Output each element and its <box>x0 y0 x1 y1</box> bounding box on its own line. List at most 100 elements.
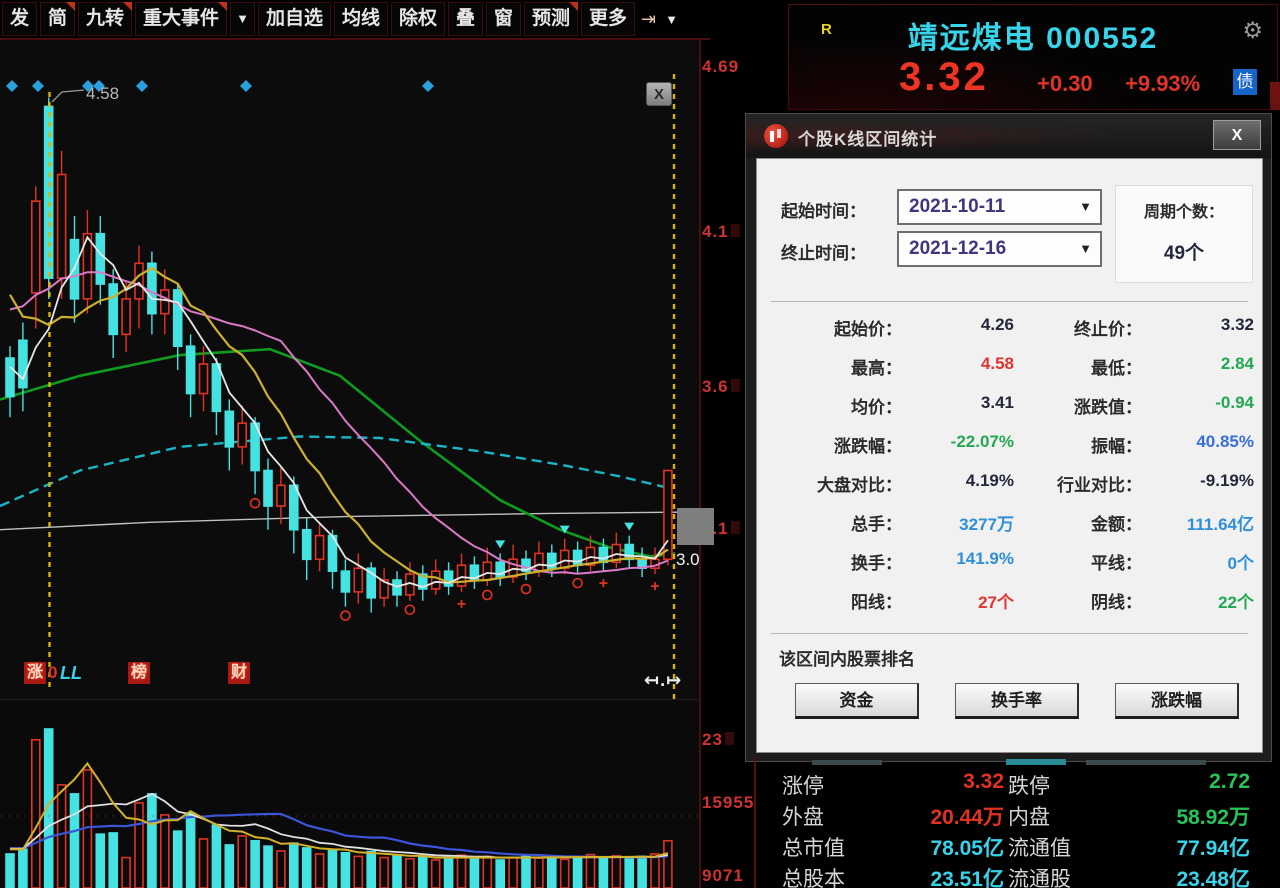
start-date-select[interactable]: 2021-10-11 ▼ <box>897 189 1102 225</box>
volume-chart-svg <box>0 700 700 888</box>
rank-by-change-button[interactable]: 涨跌幅 <box>1115 683 1239 719</box>
quote-label: 总股本 <box>782 863 845 888</box>
quote-value: 58.92万 <box>1102 801 1250 831</box>
period-count-box: 周期个数： 49个 <box>1115 185 1253 283</box>
stat-row-1: 最高：4.58最低：2.84 <box>757 354 1264 384</box>
event-badge-4[interactable]: 财 <box>228 662 250 684</box>
quote-label: 流通股 <box>1008 863 1071 888</box>
stat-row-3: 涨跌幅：-22.07%振幅：40.85% <box>757 432 1264 462</box>
bond-badge[interactable]: 债 <box>1233 69 1257 95</box>
stat-value: 111.64亿 <box>1149 510 1254 535</box>
divider <box>771 301 1248 302</box>
dialog-titlebar[interactable]: 个股K线区间统计 X <box>746 114 1271 158</box>
quote-label: 总市值 <box>782 832 845 862</box>
quote-value: 77.94亿 <box>1102 832 1250 862</box>
app-screen: 发简九转重大事件▼加自选均线除权叠窗预测更多⇥▼ ✂↶⊕⊖ R 靖远煤电 000… <box>0 0 1280 888</box>
menu-item-6[interactable]: 均线 <box>334 2 388 36</box>
stat-label: 行业对比： <box>1025 471 1142 496</box>
high-price-annotation: 4.58 <box>86 84 119 104</box>
axis-label-15955: 15955 <box>702 793 754 813</box>
stat-row-7: 阳线：27个阴线：22个 <box>757 588 1264 618</box>
quote-label: 内盘 <box>1008 801 1050 831</box>
dialog-close-button[interactable]: X <box>1213 120 1261 150</box>
end-date-value: 2021-12-16 <box>909 238 1006 259</box>
stat-value: 2.84 <box>1149 354 1254 374</box>
menu-item-4[interactable]: ▼ <box>230 2 255 36</box>
menu-item-3[interactable]: 重大事件 <box>135 2 227 36</box>
stat-value: 0个 <box>1149 549 1254 574</box>
stat-label: 最高： <box>757 354 902 379</box>
menu-item-2[interactable]: 九转 <box>78 2 132 36</box>
screen-edge-fragment <box>1270 82 1280 110</box>
quote-value: 23.48亿 <box>1102 863 1250 888</box>
stat-value: 3277万 <box>909 510 1014 535</box>
stat-label: 大盘对比： <box>757 471 902 496</box>
quote-row-0: 涨停3.32跌停2.72 <box>756 770 1280 800</box>
rank-by-turnover-button[interactable]: 换手率 <box>955 683 1079 719</box>
menu-item-10[interactable]: 预测 <box>524 2 578 36</box>
stat-value: 141.9% <box>909 549 1014 569</box>
stat-value: 40.85% <box>1149 432 1254 452</box>
stat-label: 阴线： <box>1025 588 1142 613</box>
end-date-label: 终止时间： <box>781 239 866 264</box>
rank-by-funds-button[interactable]: 资金 <box>795 683 919 719</box>
quote-label: 外盘 <box>782 801 824 831</box>
stat-row-4: 大盘对比：4.19%行业对比：-9.19% <box>757 471 1264 501</box>
dialog-title: 个股K线区间统计 <box>798 125 937 150</box>
stat-label: 终止价： <box>1025 315 1142 340</box>
stat-label: 平线： <box>1025 549 1142 574</box>
quote-value: 20.44万 <box>866 801 1004 831</box>
stat-label: 涨跌值： <box>1025 393 1142 418</box>
menu-item-8[interactable]: 叠 <box>448 2 483 36</box>
last-price-axis-label: 3.0 <box>676 550 700 570</box>
menu-item-7[interactable]: 除权 <box>391 2 445 36</box>
end-date-select[interactable]: 2021-12-16 ▼ <box>897 231 1102 267</box>
quote-row-2: 总市值78.05亿流通值77.94亿 <box>756 832 1280 862</box>
stat-value: -9.19% <box>1149 471 1254 491</box>
stat-value: 3.41 <box>909 393 1014 413</box>
stat-label: 金额： <box>1025 510 1142 535</box>
dialog-logo-icon <box>764 124 788 148</box>
stat-label: 总手： <box>757 510 902 535</box>
stat-row-6: 换手：141.9%平线：0个 <box>757 549 1264 579</box>
event-badge-3[interactable]: 榜 <box>128 662 150 684</box>
quote-value: 78.05亿 <box>866 832 1004 862</box>
menu-more-caret[interactable]: ▼ <box>662 12 681 27</box>
volume-chart[interactable] <box>0 700 700 888</box>
stock-title: 靖远煤电 000552 <box>789 13 1277 57</box>
axis-label-3.6: 3.6 <box>702 377 740 397</box>
menu-item-1[interactable]: 简 <box>40 2 75 36</box>
quote-label: 涨停 <box>782 770 824 800</box>
axis-label-4.1: 4.1 <box>702 222 740 242</box>
menu-item-9[interactable]: 窗 <box>486 2 521 36</box>
kline-chart[interactable] <box>0 40 700 700</box>
divider <box>771 633 1248 634</box>
next-stock-icon[interactable]: ⇥ <box>638 9 659 30</box>
stat-value: -0.94 <box>1149 393 1254 413</box>
axis-label-23: 23 <box>702 730 734 750</box>
axis-divider <box>699 40 701 888</box>
menu-item-0[interactable]: 发 <box>2 2 37 36</box>
clipped-row-fragment <box>812 760 882 765</box>
dialog-body: 起始时间： 2021-10-11 ▼ 终止时间： 2021-12-16 ▼ 周期… <box>756 158 1263 753</box>
last-price: 3.32 <box>899 55 989 100</box>
event-badge-1[interactable]: 0 <box>48 662 57 684</box>
quote-detail-panel: 涨停3.32跌停2.72外盘20.44万内盘58.92万总市值78.05亿流通值… <box>754 758 1280 888</box>
price-change-pct: +9.93% <box>1125 71 1200 97</box>
quote-row-3: 总股本23.51亿流通股23.48亿 <box>756 863 1280 888</box>
chevron-down-icon: ▼ <box>1079 233 1092 265</box>
stat-row-5: 总手： 3277万金额： 111.64亿 <box>757 510 1264 540</box>
event-badge-2[interactable]: LL <box>60 662 82 684</box>
clipped-row-fragment <box>1086 760 1206 765</box>
period-count-value: 49个 <box>1116 238 1252 265</box>
event-badge-0[interactable]: 涨 <box>24 662 46 684</box>
menu-item-11[interactable]: 更多 <box>581 2 635 36</box>
menu-item-5[interactable]: 加自选 <box>258 2 331 36</box>
axis-label-4.69: 4.69 <box>702 57 739 77</box>
stat-value: -22.07% <box>909 432 1014 452</box>
quote-header: R 靖远煤电 000552 ⚙ 3.32 +0.30 +9.93% 债 <box>788 4 1278 110</box>
scrollbar-handle[interactable] <box>677 508 714 545</box>
chart-close-button[interactable]: X <box>646 82 672 106</box>
gear-icon[interactable]: ⚙ <box>1242 17 1263 44</box>
stat-value: 27个 <box>909 588 1014 613</box>
